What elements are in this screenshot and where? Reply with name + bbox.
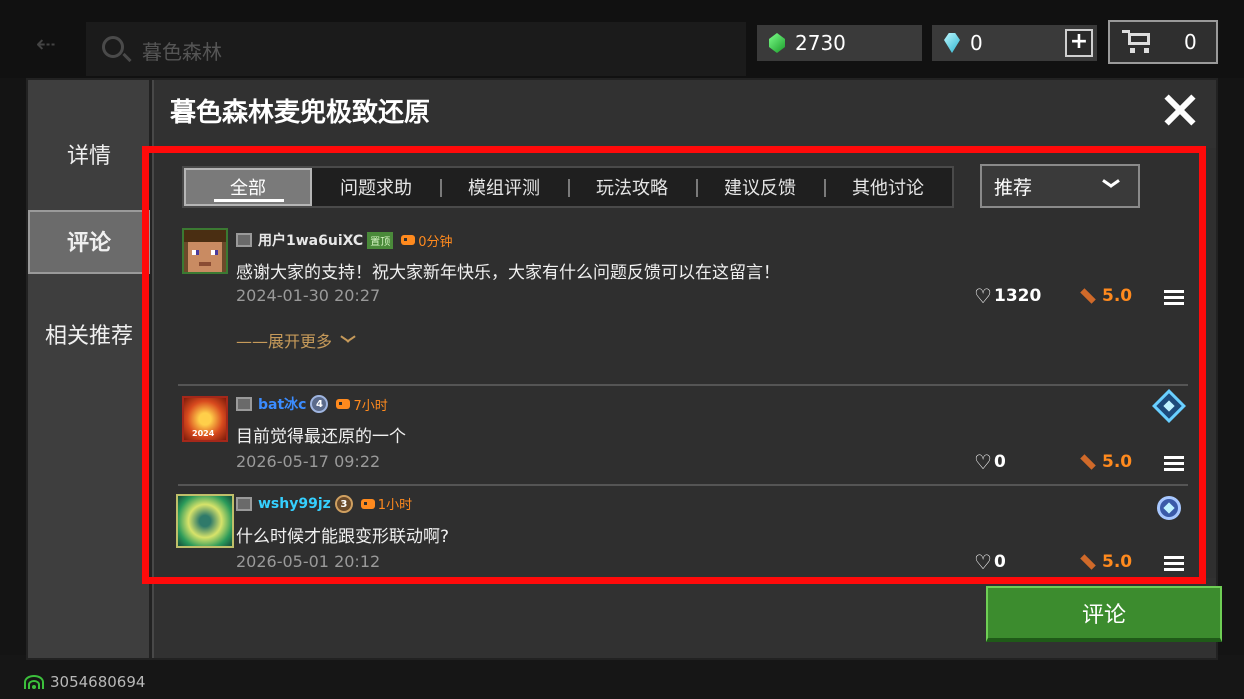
back-arrow-icon[interactable]: ⇠ — [36, 30, 56, 58]
rating-value: 5.0 — [1102, 286, 1133, 306]
like-count: 1320 — [994, 286, 1042, 306]
rating-value: 5.0 — [1102, 552, 1133, 572]
like-count: 0 — [994, 552, 1006, 572]
pencil-icon — [1080, 454, 1096, 470]
network-status: 3054680694 — [24, 673, 145, 691]
sidebar-item-related[interactable]: 相关推荐 — [28, 318, 150, 350]
chevron-down-icon — [340, 335, 356, 345]
comment-text: 目前觉得最还原的一个 — [236, 427, 406, 447]
rating-value: 5.0 — [1102, 452, 1133, 472]
cart-count: 0 — [1184, 30, 1197, 54]
username[interactable]: 用户1wa6uiXC — [258, 230, 363, 250]
comment-date: 2026-05-01 20:12 — [236, 552, 381, 571]
sidebar-item-details[interactable]: 详情 — [28, 138, 150, 170]
comments-panel: 全部 问题求助 模组评测 玩法攻略 建议反馈 其他讨论 推荐 用户1wa6uiX… — [154, 148, 1216, 578]
device-icon — [236, 496, 252, 511]
rating: 5.0 — [1080, 452, 1132, 472]
tab-guide[interactable]: 玩法攻略 — [568, 168, 696, 206]
expand-label: ——展开更多 — [236, 332, 333, 351]
sidebar-item-comments[interactable]: 评论 — [28, 210, 150, 274]
list-item: 用户1wa6uiXC 置顶 0分钟 感谢大家的支持！祝大家新年快乐，大家有什么问… — [178, 228, 1188, 376]
more-menu-icon[interactable] — [1164, 456, 1184, 472]
rating: 5.0 — [1080, 286, 1132, 306]
comment-date: 2026-05-17 09:22 — [236, 452, 381, 471]
write-comment-button[interactable]: 评论 — [986, 586, 1222, 642]
tab-review[interactable]: 模组评测 — [440, 168, 568, 206]
comment-date: 2024-01-30 20:27 — [236, 286, 381, 305]
device-icon — [236, 233, 252, 247]
pinned-badge: 置顶 — [367, 231, 394, 249]
rank-badge-icon — [1152, 491, 1186, 525]
username[interactable]: wshy99jz — [258, 496, 331, 512]
page-title: 暮色森林麦兜极致还原 — [170, 98, 431, 128]
level-badge: 4 — [310, 395, 329, 413]
comment-meta: wshy99jz 3 1小时 — [236, 494, 412, 513]
avatar[interactable] — [182, 228, 228, 274]
tab-help[interactable]: 问题求助 — [312, 168, 440, 206]
sort-dropdown[interactable]: 推荐 — [980, 164, 1140, 208]
pencil-icon — [1080, 554, 1096, 570]
search-icon — [102, 36, 124, 58]
list-item: 2024 bat冰c 4 7小时 目前觉得最还原的一个 2026-05-17 0… — [178, 384, 1188, 480]
avatar-frame-caption: 2024 — [192, 429, 215, 438]
play-time: 7小时 — [336, 395, 388, 414]
tab-all[interactable]: 全部 — [184, 168, 312, 206]
expand-more-button[interactable]: ——展开更多 — [236, 328, 356, 352]
diamond-balance: 0 + — [932, 25, 1097, 61]
like-count: 0 — [994, 452, 1006, 472]
comment-category-tabs: 全部 问题求助 模组评测 玩法攻略 建议反馈 其他讨论 — [182, 166, 954, 208]
heart-icon — [974, 550, 992, 574]
play-time: 1小时 — [360, 494, 413, 513]
side-nav: 详情 评论 相关推荐 — [28, 80, 152, 658]
tab-feedback[interactable]: 建议反馈 — [696, 168, 824, 206]
top-bar: ⇠ 暮色森林 2730 0 + 0 — [0, 0, 1244, 78]
heart-icon — [974, 450, 992, 474]
content-area: 暮色森林麦兜极致还原 全部 问题求助 模组评测 玩法攻略 建议反馈 其他讨论 推… — [154, 80, 1222, 658]
rank-badge-icon — [1152, 389, 1186, 423]
device-icon — [236, 397, 252, 411]
comment-text: 什么时候才能跟变形联动啊? — [236, 527, 450, 547]
search-input[interactable]: 暮色森林 — [142, 36, 222, 65]
more-menu-icon[interactable] — [1164, 290, 1184, 306]
comment-text: 感谢大家的支持！祝大家新年快乐，大家有什么问题反馈可以在这留言！ — [236, 263, 780, 283]
play-time-value: 7小时 — [353, 398, 388, 414]
username[interactable]: bat冰c — [258, 394, 306, 414]
comment-meta: bat冰c 4 7小时 — [236, 394, 388, 414]
like-button[interactable]: 0 — [974, 450, 1006, 474]
play-time-value: 0分钟 — [418, 234, 453, 250]
diamond-count: 0 — [970, 31, 983, 55]
cart-icon — [1122, 30, 1154, 54]
level-badge: 3 — [334, 494, 353, 513]
comment-meta: 用户1wa6uiXC 置顶 0分钟 — [236, 230, 452, 250]
gamepad-icon — [360, 498, 375, 509]
close-icon[interactable] — [1164, 94, 1196, 126]
cart-button[interactable]: 0 — [1108, 20, 1218, 64]
search-bar[interactable]: 暮色森林 — [86, 22, 746, 76]
play-time: 0分钟 — [401, 231, 452, 250]
avatar[interactable] — [176, 494, 234, 548]
chevron-down-icon — [1102, 178, 1120, 190]
play-time-value: 1小时 — [377, 498, 413, 513]
like-button[interactable]: 0 — [974, 550, 1006, 574]
wifi-icon — [24, 675, 44, 689]
pencil-icon — [1080, 288, 1096, 304]
sort-label: 推荐 — [994, 176, 1033, 199]
avatar[interactable]: 2024 — [182, 396, 228, 442]
rating: 5.0 — [1080, 552, 1132, 572]
heart-icon — [974, 284, 992, 308]
diamond-icon — [944, 33, 960, 53]
add-diamonds-button[interactable]: + — [1065, 29, 1093, 57]
emerald-icon — [769, 33, 785, 53]
like-button[interactable]: 1320 — [974, 284, 1042, 308]
emerald-balance: 2730 — [757, 25, 922, 61]
emerald-count: 2730 — [795, 31, 846, 55]
list-item: wshy99jz 3 1小时 什么时候才能跟变形联动啊? 2026-05-01 … — [176, 484, 1188, 580]
more-menu-icon[interactable] — [1164, 556, 1184, 572]
gamepad-icon — [336, 399, 351, 409]
tab-other[interactable]: 其他讨论 — [824, 168, 952, 206]
mod-detail-modal: 详情 评论 相关推荐 暮色森林麦兜极致还原 全部 问题求助 模组评测 玩法攻略 … — [26, 78, 1222, 660]
gamepad-icon — [401, 235, 416, 245]
user-id: 3054680694 — [50, 673, 146, 691]
background-strip — [0, 655, 1244, 699]
